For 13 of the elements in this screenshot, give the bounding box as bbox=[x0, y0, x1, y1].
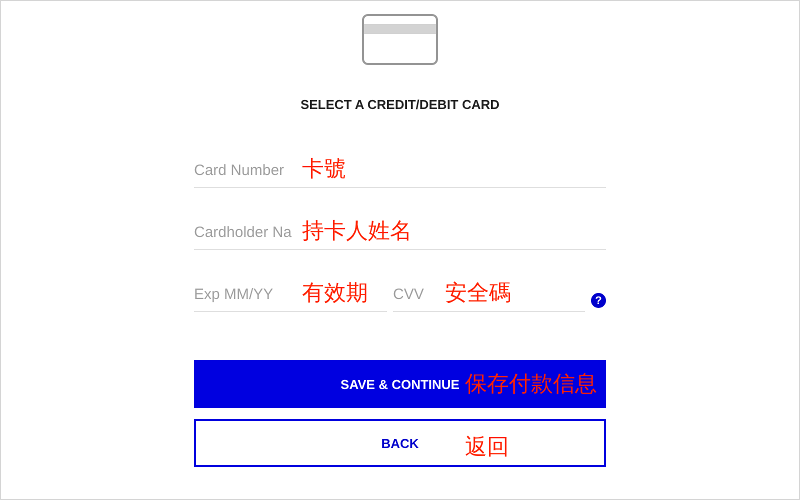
card-number-field[interactable]: Card Number 卡號 bbox=[194, 157, 606, 188]
annotation-text: 持卡人姓名 bbox=[302, 219, 412, 245]
annotation-text: 返回 bbox=[465, 435, 509, 461]
cardholder-name-field[interactable]: Cardholder Na 持卡人姓名 bbox=[194, 219, 606, 250]
annotation-text: 安全碼 bbox=[445, 281, 511, 307]
page-title: SELECT A CREDIT/DEBIT CARD bbox=[299, 97, 501, 112]
help-icon[interactable]: ? bbox=[591, 293, 606, 308]
credit-card-icon bbox=[362, 14, 438, 65]
annotation-text: 有效期 bbox=[302, 281, 368, 307]
annotation-text: 保存付款信息 bbox=[465, 372, 597, 398]
annotation-text: 卡號 bbox=[302, 157, 346, 183]
expiry-field[interactable]: Exp MM/YY 有效期 bbox=[194, 281, 387, 312]
cvv-field[interactable]: CVV 安全碼 bbox=[393, 281, 585, 312]
